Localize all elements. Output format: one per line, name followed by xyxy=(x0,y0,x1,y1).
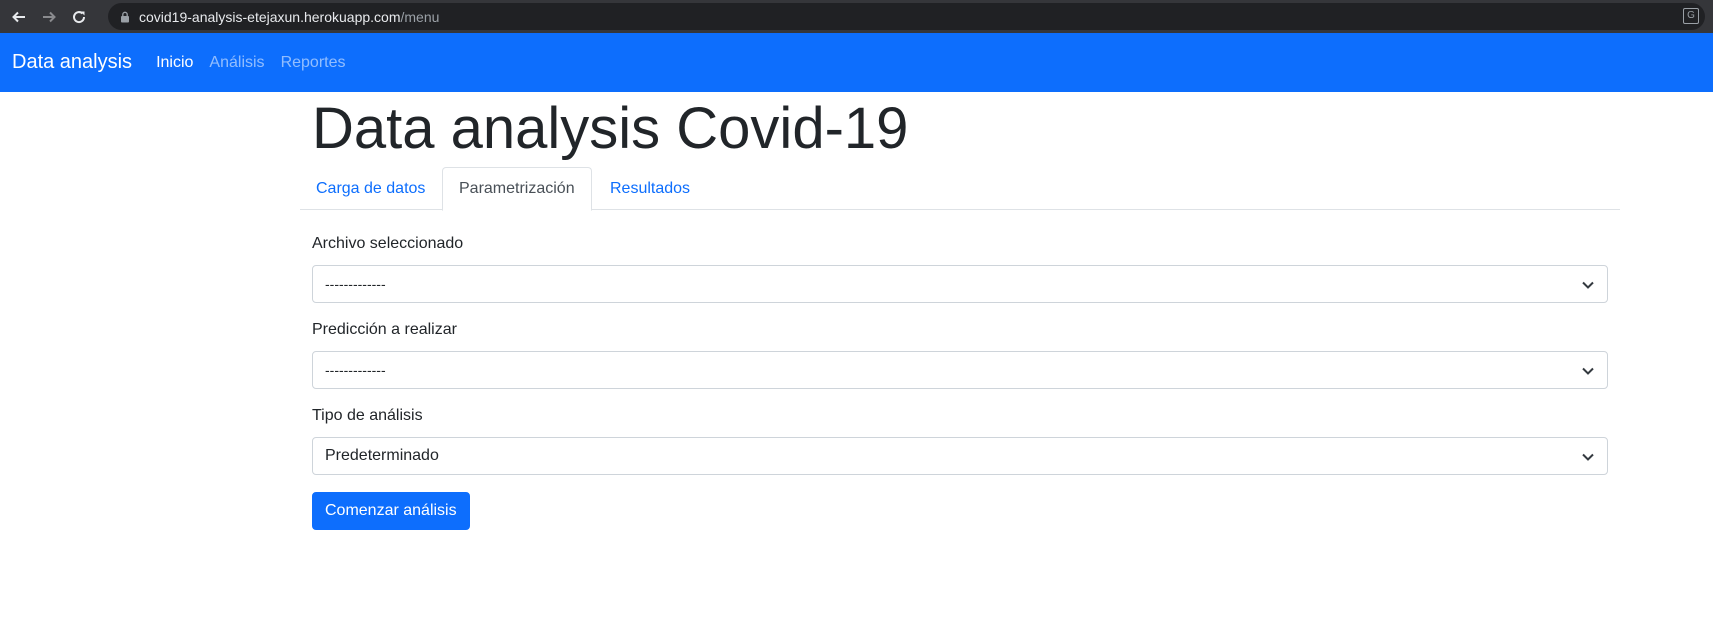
navbar-brand[interactable]: Data analysis xyxy=(12,51,132,74)
tab-parametrizacion[interactable]: Parametrización xyxy=(442,167,592,211)
lock-icon xyxy=(120,11,130,23)
prediccion-label: Predicción a realizar xyxy=(312,321,457,338)
tab-bar: Carga de datos Parametrización Resultado… xyxy=(300,167,1620,211)
chevron-down-icon xyxy=(1582,453,1594,461)
prediccion-select-value: ------------- xyxy=(325,362,386,378)
address-bar[interactable]: covid19-analysis-etejaxun.herokuapp.com /… xyxy=(108,3,1705,30)
page-title: Data analysis Covid-19 xyxy=(312,96,909,161)
nav-link-analisis[interactable]: Análisis xyxy=(209,54,264,72)
tab-carga-de-datos[interactable]: Carga de datos xyxy=(300,167,441,210)
prediccion-select[interactable]: ------------- xyxy=(312,351,1608,389)
chevron-down-icon xyxy=(1582,281,1594,289)
forward-arrow-icon[interactable] xyxy=(38,6,60,28)
nav-link-inicio[interactable]: Inicio xyxy=(156,54,193,72)
tipo-label: Tipo de análisis xyxy=(312,407,423,424)
comenzar-analisis-button[interactable]: Comenzar análisis xyxy=(312,492,470,530)
url-host: covid19-analysis-etejaxun.herokuapp.com xyxy=(139,8,401,25)
tipo-select[interactable]: Predeterminado xyxy=(312,437,1608,475)
tab-resultados[interactable]: Resultados xyxy=(594,167,706,210)
browser-toolbar: covid19-analysis-etejaxun.herokuapp.com /… xyxy=(0,0,1713,33)
reload-icon[interactable] xyxy=(68,6,90,28)
translate-icon[interactable]: G xyxy=(1683,8,1699,24)
back-arrow-icon[interactable] xyxy=(8,6,30,28)
archivo-select[interactable]: ------------- xyxy=(312,265,1608,303)
navbar: Data analysis Inicio Análisis Reportes xyxy=(0,33,1713,92)
chevron-down-icon xyxy=(1582,367,1594,375)
nav-link-reportes[interactable]: Reportes xyxy=(281,54,346,72)
archivo-select-value: ------------- xyxy=(325,276,386,292)
url-path: /menu xyxy=(400,8,440,25)
archivo-label: Archivo seleccionado xyxy=(312,235,464,252)
tipo-select-value: Predeterminado xyxy=(325,447,439,464)
